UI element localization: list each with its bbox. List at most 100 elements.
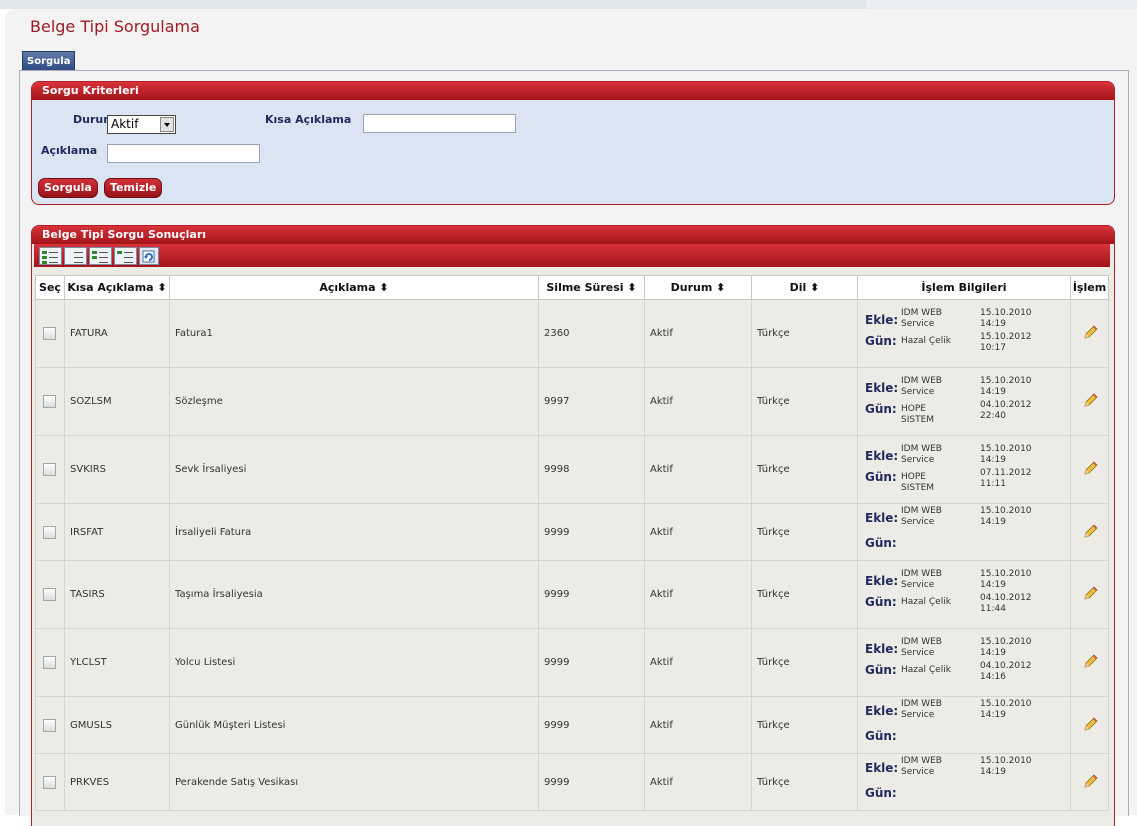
edit-pencil-icon[interactable] xyxy=(1083,716,1099,732)
column-header-durum[interactable]: Durum ⬍ xyxy=(644,275,752,300)
cell-islem-bilgileri: Ekle: IDM WEB Service 15.10.2010 14:19 Gün:… xyxy=(857,299,1071,368)
gun-label: Gün: xyxy=(865,333,897,348)
edit-pencil-icon[interactable] xyxy=(1083,523,1099,539)
row-checkbox[interactable] xyxy=(43,525,56,539)
column-header-silme[interactable]: Silme Süresi ⬍ xyxy=(538,275,645,300)
gun-label: Gün: xyxy=(865,469,897,484)
tab-sorgula[interactable]: Sorgula xyxy=(22,51,76,71)
row-checkbox[interactable] xyxy=(43,327,56,340)
ekle-label: Ekle: xyxy=(865,641,899,656)
durum-select[interactable]: Aktif xyxy=(107,115,176,134)
cell-durum: Aktif xyxy=(644,503,752,561)
gun-date: 15.10.2012 10:17 xyxy=(980,331,1032,353)
row-checkbox[interactable] xyxy=(43,463,56,476)
top-strip-right xyxy=(866,0,1137,9)
ekle-label: Ekle: xyxy=(865,448,899,463)
edit-pencil-icon[interactable] xyxy=(1083,773,1099,789)
sort-icon[interactable]: ⬍ xyxy=(810,281,819,294)
select-page-icon[interactable] xyxy=(89,247,112,265)
ekle-date: 15.10.2010 14:19 xyxy=(980,307,1032,329)
table-row: PRKVES Perakende Satış Vesikası 9999 Aktif T… xyxy=(35,753,1109,811)
column-header-dil[interactable]: Dil ⬍ xyxy=(751,275,858,300)
chevron-down-icon[interactable] xyxy=(160,117,174,132)
cell-kisa-aciklama: IRSFAT xyxy=(64,503,170,561)
edit-pencil-icon[interactable] xyxy=(1083,324,1099,340)
gun-date: 04.10.2012 11:44 xyxy=(980,592,1032,614)
ekle-date: 15.10.2010 14:19 xyxy=(980,443,1032,465)
cell-durum: Aktif xyxy=(644,753,752,811)
ekle-date: 15.10.2010 14:19 xyxy=(980,699,1032,720)
ekle-label: Ekle: xyxy=(865,573,899,588)
column-header-aciklama[interactable]: Açıklama ⬍ xyxy=(169,275,539,300)
cell-silme-suresi: 9998 xyxy=(538,435,645,504)
cell-silme-suresi: 9999 xyxy=(538,696,645,754)
cell-silme-suresi: 9999 xyxy=(538,753,645,811)
cell-silme-suresi: 2360 xyxy=(538,299,645,368)
row-checkbox[interactable] xyxy=(43,395,56,408)
cell-kisa-aciklama: TASIRS xyxy=(64,560,170,629)
ekle-label: Ekle: xyxy=(865,704,899,718)
column-header-kisa[interactable]: Kısa Açıklama ⬍ xyxy=(64,275,170,300)
cell-islem xyxy=(1070,503,1109,561)
cell-aciklama: Günlük Müşteri Listesi xyxy=(169,696,539,754)
cell-aciklama: Taşıma İrsaliyesia xyxy=(169,560,539,629)
row-checkbox[interactable] xyxy=(43,588,56,601)
ekle-label: Ekle: xyxy=(865,380,899,395)
cell-durum: Aktif xyxy=(644,696,752,754)
results-table: Seç Kısa Açıklama ⬍ Açıklama ⬍ Silme Sür… xyxy=(35,275,1109,811)
column-header-durum-label: Durum xyxy=(670,281,713,294)
sort-icon[interactable]: ⬍ xyxy=(627,281,636,294)
ekle-label: Ekle: xyxy=(865,511,899,525)
sort-icon[interactable]: ⬍ xyxy=(157,281,166,294)
cell-aciklama: Yolcu Listesi xyxy=(169,628,539,697)
cell-kisa-aciklama: YLCLST xyxy=(64,628,170,697)
gun-date: 04.10.2012 14:16 xyxy=(980,660,1032,682)
gun-label: Gün: xyxy=(865,594,897,609)
edit-pencil-icon[interactable] xyxy=(1083,392,1099,408)
ekle-label: Ekle: xyxy=(865,761,899,775)
table-header-row: Seç Kısa Açıklama ⬍ Açıklama ⬍ Silme Sür… xyxy=(35,275,1109,300)
gun-user: HOPE SISTEM xyxy=(901,403,935,425)
kisa-aciklama-label: Kısa Açıklama xyxy=(265,113,352,126)
ekle-user: IDM WEB Service xyxy=(901,699,942,720)
cell-dil: Türkçe xyxy=(751,628,858,697)
edit-pencil-icon[interactable] xyxy=(1083,460,1099,476)
kisa-aciklama-input[interactable] xyxy=(363,114,516,133)
temizle-button[interactable]: Temizle xyxy=(104,178,163,198)
edit-pencil-icon[interactable] xyxy=(1083,653,1099,669)
ekle-user: IDM WEB Service xyxy=(901,375,942,397)
cell-kisa-aciklama: GMUSLS xyxy=(64,696,170,754)
row-checkbox[interactable] xyxy=(43,718,56,732)
cell-aciklama: Perakende Satış Vesikası xyxy=(169,753,539,811)
select-all-icon[interactable] xyxy=(39,247,62,265)
aciklama-label: Açıklama xyxy=(41,144,98,157)
cell-dil: Türkçe xyxy=(751,299,858,368)
ekle-date: 15.10.2010 14:19 xyxy=(980,756,1032,777)
sort-icon[interactable]: ⬍ xyxy=(379,281,388,294)
row-checkbox[interactable] xyxy=(43,775,56,789)
aciklama-input[interactable] xyxy=(107,144,260,163)
cell-durum: Aktif xyxy=(644,628,752,697)
cell-silme-suresi: 9997 xyxy=(538,367,645,436)
edit-pencil-icon[interactable] xyxy=(1083,585,1099,601)
cell-durum: Aktif xyxy=(644,435,752,504)
cell-islem-bilgileri: Ekle: IDM WEB Service 15.10.2010 14:19 Gün:… xyxy=(857,628,1071,697)
refresh-icon[interactable] xyxy=(139,247,159,265)
cell-dil: Türkçe xyxy=(751,696,858,754)
sorgula-button[interactable]: Sorgula xyxy=(38,178,98,198)
results-panel: Belge Tipi Sorgu Sonuçları Seç Kısa Açık… xyxy=(31,225,1115,826)
cell-islem-bilgileri: Ekle: IDM WEB Service 15.10.2010 14:19 Gün:… xyxy=(857,367,1071,436)
cell-islem xyxy=(1070,696,1109,754)
ekle-date: 15.10.2010 14:19 xyxy=(980,636,1032,658)
ekle-user: IDM WEB Service xyxy=(901,307,942,329)
clear-selection-icon[interactable] xyxy=(114,247,137,265)
deselect-icon[interactable] xyxy=(64,247,87,265)
cell-islem xyxy=(1070,367,1109,436)
ekle-user: IDM WEB Service xyxy=(901,443,942,465)
column-header-kisa-label: Kısa Açıklama xyxy=(67,281,154,294)
sort-icon[interactable]: ⬍ xyxy=(716,281,725,294)
row-checkbox[interactable] xyxy=(43,656,56,669)
cell-kisa-aciklama: SVKIRS xyxy=(64,435,170,504)
cell-islem xyxy=(1070,435,1109,504)
cell-dil: Türkçe xyxy=(751,503,858,561)
